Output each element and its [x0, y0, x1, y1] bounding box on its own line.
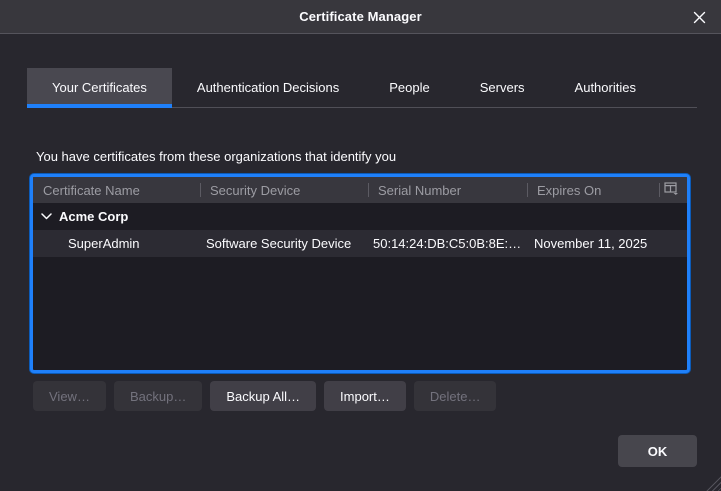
tab-label: Your Certificates — [52, 80, 147, 95]
column-header-certificate-name[interactable]: Certificate Name — [33, 177, 200, 203]
action-button-row: View… Backup… Backup All… Import… Delete… — [33, 381, 496, 411]
table-row-group-acme-corp[interactable]: Acme Corp — [33, 203, 687, 230]
dialog-titlebar: Certificate Manager — [0, 0, 721, 34]
cell-expires-on: November 11, 2025 — [527, 236, 659, 251]
tab-label: Servers — [480, 80, 525, 95]
cell-certificate-name: SuperAdmin — [33, 236, 200, 251]
cell-security-device: Software Security Device — [200, 236, 368, 251]
resize-grip[interactable] — [703, 473, 721, 491]
tab-label: Authorities — [575, 80, 636, 95]
column-picker-button[interactable] — [659, 177, 684, 203]
import-button[interactable]: Import… — [324, 381, 406, 411]
close-button[interactable] — [687, 6, 711, 28]
table-row-superadmin[interactable]: SuperAdmin Software Security Device 50:1… — [33, 230, 687, 257]
tab-label: Authentication Decisions — [197, 80, 339, 95]
dialog-title: Certificate Manager — [299, 9, 422, 24]
chevron-down-icon[interactable] — [41, 213, 52, 220]
group-name: Acme Corp — [59, 209, 128, 224]
table-body: Acme Corp SuperAdmin Software Security D… — [33, 203, 687, 370]
certificate-table[interactable]: Certificate Name Security Device Serial … — [30, 174, 690, 373]
column-separator — [368, 183, 369, 197]
column-header-expires-on[interactable]: Expires On — [527, 177, 659, 203]
ok-button[interactable]: OK — [618, 435, 697, 467]
tab-strip: Your Certificates Authentication Decisio… — [27, 68, 697, 108]
close-icon — [693, 11, 706, 24]
column-header-security-device[interactable]: Security Device — [200, 177, 368, 203]
column-separator — [659, 183, 660, 197]
backup-button[interactable]: Backup… — [114, 381, 202, 411]
active-tab-underline — [27, 104, 172, 108]
certificates-description: You have certificates from these organiz… — [36, 149, 396, 164]
backup-all-button[interactable]: Backup All… — [210, 381, 316, 411]
tab-authentication-decisions[interactable]: Authentication Decisions — [172, 68, 364, 107]
tab-label: People — [389, 80, 429, 95]
column-separator — [200, 183, 201, 197]
cell-serial-number: 50:14:24:DB:C5:0B:8E:… — [368, 236, 527, 251]
tab-people[interactable]: People — [364, 68, 454, 107]
table-header-row: Certificate Name Security Device Serial … — [33, 177, 687, 203]
view-button[interactable]: View… — [33, 381, 106, 411]
tab-your-certificates[interactable]: Your Certificates — [27, 68, 172, 107]
column-header-serial-number[interactable]: Serial Number — [368, 177, 527, 203]
tab-servers[interactable]: Servers — [455, 68, 550, 107]
column-separator — [527, 183, 528, 197]
delete-button[interactable]: Delete… — [414, 381, 497, 411]
tab-authorities[interactable]: Authorities — [550, 68, 661, 107]
column-picker-icon — [664, 182, 679, 198]
